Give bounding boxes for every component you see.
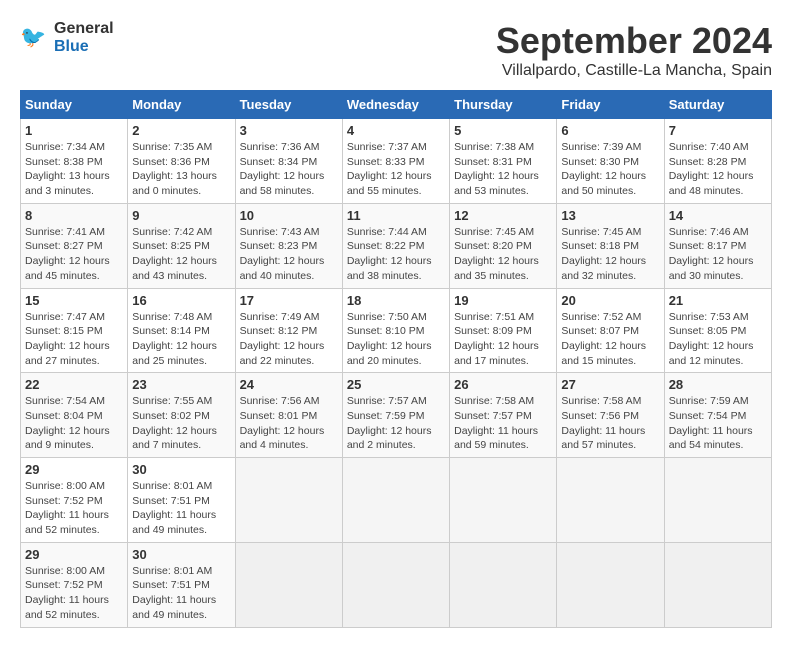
- calendar-day-26: 26Sunrise: 7:58 AMSunset: 7:57 PMDayligh…: [450, 373, 557, 458]
- calendar-day-30: 30Sunrise: 8:01 AMSunset: 7:51 PMDayligh…: [128, 542, 235, 627]
- calendar-week-5: 29Sunrise: 8:00 AMSunset: 7:52 PMDayligh…: [21, 542, 772, 627]
- calendar-day-7: 7Sunrise: 7:40 AMSunset: 8:28 PMDaylight…: [664, 119, 771, 204]
- calendar-day-empty: [664, 542, 771, 627]
- logo-icon: 🐦: [20, 23, 50, 53]
- calendar-day-29: 29Sunrise: 8:00 AMSunset: 7:52 PMDayligh…: [21, 458, 128, 543]
- calendar-week-1: 8Sunrise: 7:41 AMSunset: 8:27 PMDaylight…: [21, 203, 772, 288]
- calendar-day-2: 2Sunrise: 7:35 AMSunset: 8:36 PMDaylight…: [128, 119, 235, 204]
- logo-text: General Blue: [54, 20, 114, 55]
- calendar-day-19: 19Sunrise: 7:51 AMSunset: 8:09 PMDayligh…: [450, 288, 557, 373]
- header-monday: Monday: [128, 91, 235, 119]
- calendar-day-17: 17Sunrise: 7:49 AMSunset: 8:12 PMDayligh…: [235, 288, 342, 373]
- month-title: September 2024: [496, 20, 772, 62]
- location: Villalpardo, Castille-La Mancha, Spain: [496, 62, 772, 80]
- calendar-day-16: 16Sunrise: 7:48 AMSunset: 8:14 PMDayligh…: [128, 288, 235, 373]
- calendar-day-empty: [342, 542, 449, 627]
- header-thursday: Thursday: [450, 91, 557, 119]
- header-tuesday: Tuesday: [235, 91, 342, 119]
- calendar-day-empty: [450, 542, 557, 627]
- header-wednesday: Wednesday: [342, 91, 449, 119]
- calendar-day-15: 15Sunrise: 7:47 AMSunset: 8:15 PMDayligh…: [21, 288, 128, 373]
- calendar-day-27: 27Sunrise: 7:58 AMSunset: 7:56 PMDayligh…: [557, 373, 664, 458]
- calendar-day-20: 20Sunrise: 7:52 AMSunset: 8:07 PMDayligh…: [557, 288, 664, 373]
- calendar-day-empty: [450, 458, 557, 543]
- calendar-day-22: 22Sunrise: 7:54 AMSunset: 8:04 PMDayligh…: [21, 373, 128, 458]
- calendar-week-4: 29Sunrise: 8:00 AMSunset: 7:52 PMDayligh…: [21, 458, 772, 543]
- calendar-day-empty: [664, 458, 771, 543]
- calendar-week-3: 22Sunrise: 7:54 AMSunset: 8:04 PMDayligh…: [21, 373, 772, 458]
- calendar-day-5: 5Sunrise: 7:38 AMSunset: 8:31 PMDaylight…: [450, 119, 557, 204]
- calendar-day-empty: [342, 458, 449, 543]
- calendar-day-29: 29Sunrise: 8:00 AMSunset: 7:52 PMDayligh…: [21, 542, 128, 627]
- calendar-day-10: 10Sunrise: 7:43 AMSunset: 8:23 PMDayligh…: [235, 203, 342, 288]
- calendar-day-1: 1Sunrise: 7:34 AMSunset: 8:38 PMDaylight…: [21, 119, 128, 204]
- calendar-day-23: 23Sunrise: 7:55 AMSunset: 8:02 PMDayligh…: [128, 373, 235, 458]
- calendar-day-empty: [557, 458, 664, 543]
- calendar-day-empty: [235, 542, 342, 627]
- calendar-table: Sunday Monday Tuesday Wednesday Thursday…: [20, 90, 772, 628]
- calendar-day-3: 3Sunrise: 7:36 AMSunset: 8:34 PMDaylight…: [235, 119, 342, 204]
- calendar-day-4: 4Sunrise: 7:37 AMSunset: 8:33 PMDaylight…: [342, 119, 449, 204]
- calendar-week-0: 1Sunrise: 7:34 AMSunset: 8:38 PMDaylight…: [21, 119, 772, 204]
- calendar-day-14: 14Sunrise: 7:46 AMSunset: 8:17 PMDayligh…: [664, 203, 771, 288]
- calendar-day-24: 24Sunrise: 7:56 AMSunset: 8:01 PMDayligh…: [235, 373, 342, 458]
- calendar-week-2: 15Sunrise: 7:47 AMSunset: 8:15 PMDayligh…: [21, 288, 772, 373]
- title-block: September 2024 Villalpardo, Castille-La …: [496, 20, 772, 80]
- logo: 🐦 General Blue: [20, 20, 114, 55]
- calendar-day-30: 30Sunrise: 8:01 AMSunset: 7:51 PMDayligh…: [128, 458, 235, 543]
- calendar-day-empty: [557, 542, 664, 627]
- calendar-day-28: 28Sunrise: 7:59 AMSunset: 7:54 PMDayligh…: [664, 373, 771, 458]
- calendar-day-25: 25Sunrise: 7:57 AMSunset: 7:59 PMDayligh…: [342, 373, 449, 458]
- calendar-day-8: 8Sunrise: 7:41 AMSunset: 8:27 PMDaylight…: [21, 203, 128, 288]
- weekday-header-row: Sunday Monday Tuesday Wednesday Thursday…: [21, 91, 772, 119]
- calendar-day-empty: [235, 458, 342, 543]
- calendar-day-9: 9Sunrise: 7:42 AMSunset: 8:25 PMDaylight…: [128, 203, 235, 288]
- svg-text:🐦: 🐦: [20, 26, 46, 49]
- calendar-day-21: 21Sunrise: 7:53 AMSunset: 8:05 PMDayligh…: [664, 288, 771, 373]
- calendar-day-11: 11Sunrise: 7:44 AMSunset: 8:22 PMDayligh…: [342, 203, 449, 288]
- calendar-day-12: 12Sunrise: 7:45 AMSunset: 8:20 PMDayligh…: [450, 203, 557, 288]
- header-friday: Friday: [557, 91, 664, 119]
- page-header: 🐦 General Blue September 2024 Villalpard…: [20, 20, 772, 80]
- header-sunday: Sunday: [21, 91, 128, 119]
- calendar-day-18: 18Sunrise: 7:50 AMSunset: 8:10 PMDayligh…: [342, 288, 449, 373]
- calendar-day-6: 6Sunrise: 7:39 AMSunset: 8:30 PMDaylight…: [557, 119, 664, 204]
- header-saturday: Saturday: [664, 91, 771, 119]
- calendar-day-13: 13Sunrise: 7:45 AMSunset: 8:18 PMDayligh…: [557, 203, 664, 288]
